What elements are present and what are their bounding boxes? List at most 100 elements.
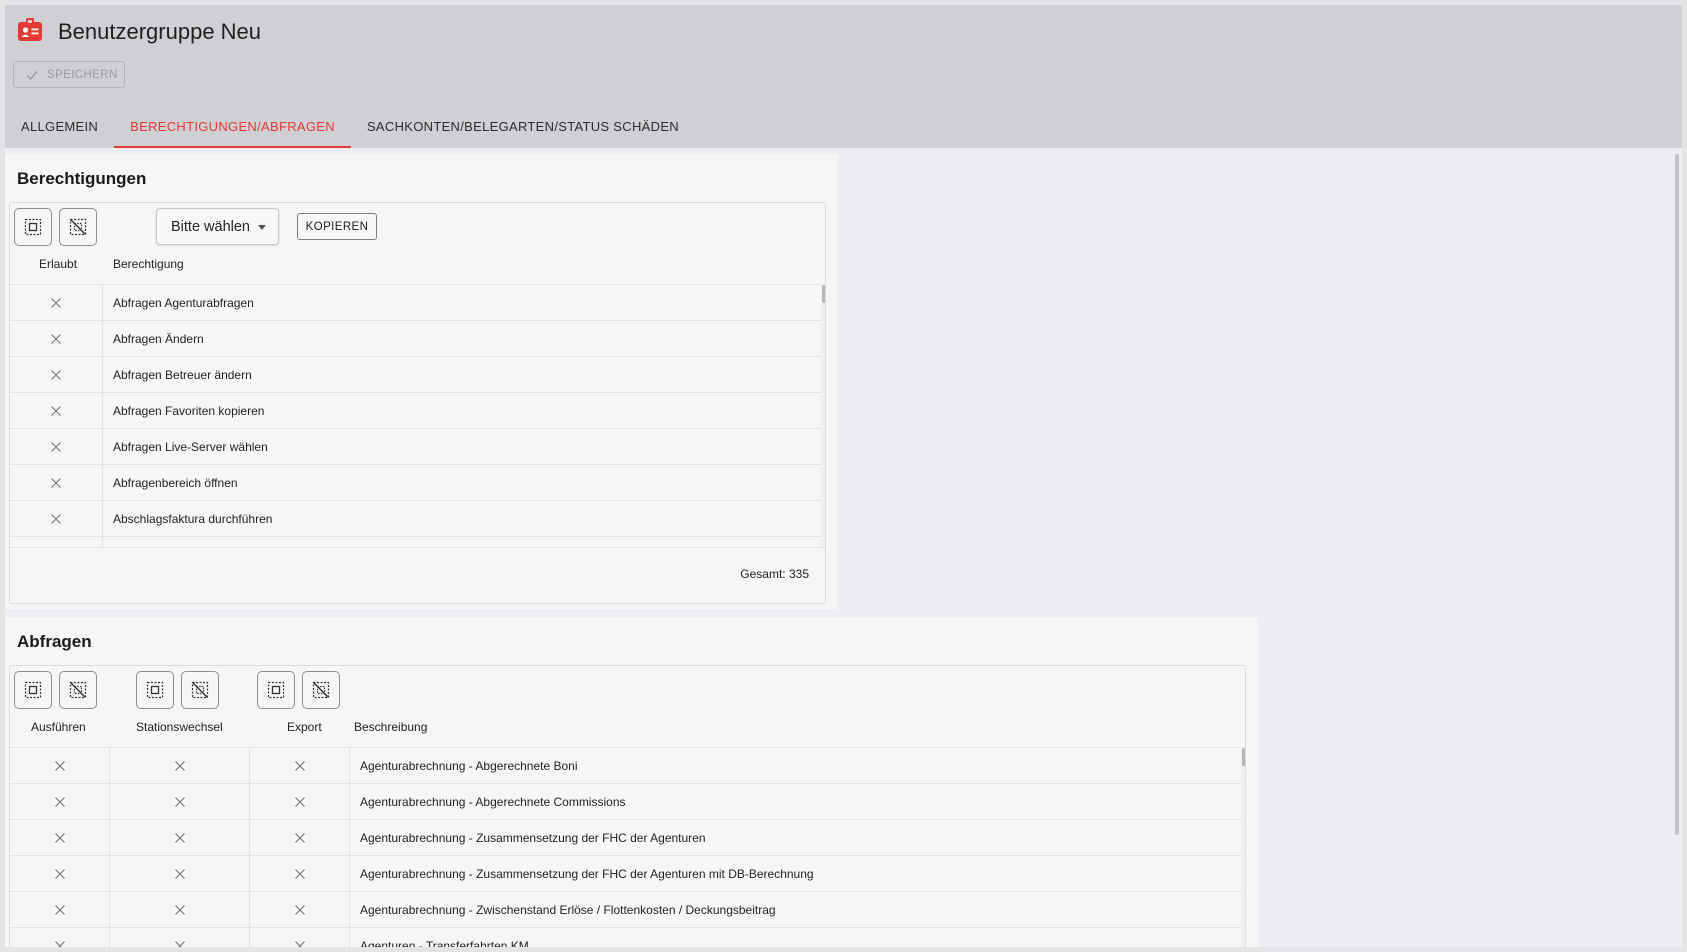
table-row[interactable]: Agenturabrechnung - Abgerechnete Boni — [10, 748, 1241, 784]
table-row[interactable]: Abfragen Betreuer ändern — [10, 357, 821, 393]
export-toggle[interactable] — [250, 784, 350, 820]
allowed-toggle[interactable] — [10, 429, 103, 465]
execute-toggle[interactable] — [10, 892, 110, 928]
group-select[interactable]: Bitte wählen — [156, 208, 279, 245]
page-scrollbar[interactable] — [1675, 154, 1679, 835]
station-change-toggle[interactable] — [110, 748, 250, 784]
id-badge-icon — [18, 18, 42, 41]
export-toggle[interactable] — [250, 928, 350, 947]
select-all-icon — [24, 218, 42, 236]
allowed-toggle[interactable] — [10, 285, 103, 321]
scrollbar-thumb[interactable] — [1242, 748, 1245, 766]
cross-icon — [54, 797, 65, 807]
table-row[interactable]: Abfragen Live-Server wählen — [10, 429, 821, 465]
export-toggle[interactable] — [250, 856, 350, 892]
column-header-berechtigung[interactable]: Berechtigung — [113, 257, 184, 271]
table-row[interactable]: Abfragen Favoriten kopieren — [10, 393, 821, 429]
cross-icon — [294, 941, 305, 947]
export-toggle[interactable] — [250, 892, 350, 928]
cross-icon — [51, 298, 61, 308]
scrollbar-thumb[interactable] — [822, 285, 825, 303]
execute-select-all-button[interactable] — [14, 671, 52, 709]
cross-icon — [54, 833, 65, 843]
export-select-all-button[interactable] — [257, 671, 295, 709]
station-change-toggle[interactable] — [110, 928, 250, 947]
tab-berechtigungen-abfragen[interactable]: BERECHTIGUNGEN/ABFRAGEN — [114, 103, 351, 148]
cross-icon — [51, 478, 61, 488]
query-description: Agenturabrechnung - Zwischenstand Erlöse… — [360, 903, 776, 917]
execute-toggle[interactable] — [10, 748, 110, 784]
deselect-all-icon — [69, 218, 87, 236]
cross-icon — [54, 761, 65, 771]
cross-icon — [54, 869, 65, 879]
station-change-toggle[interactable] — [110, 856, 250, 892]
cross-icon — [294, 797, 305, 807]
cross-icon — [54, 905, 65, 915]
station-select-all-button[interactable] — [136, 671, 174, 709]
cross-icon — [174, 761, 185, 771]
permissions-footer: Gesamt: 335 — [10, 547, 825, 603]
execute-toggle[interactable] — [10, 820, 110, 856]
execute-toggle[interactable] — [10, 784, 110, 820]
allowed-toggle[interactable] — [10, 537, 103, 547]
group-select-value: Bitte wählen — [171, 218, 250, 235]
column-header-erlaubt[interactable]: Erlaubt — [39, 257, 77, 271]
cross-icon — [294, 869, 305, 879]
save-button[interactable]: SPEICHERN — [13, 61, 125, 88]
column-header-beschreibung[interactable]: Beschreibung — [354, 720, 427, 734]
cross-icon — [51, 406, 61, 416]
cross-icon — [174, 833, 185, 843]
allowed-toggle[interactable] — [10, 465, 103, 501]
tab-sachkonten-belegarten-status[interactable]: SACHKONTEN/BELEGARTEN/STATUS SCHÄDEN — [351, 103, 695, 148]
table-row[interactable]: Abfragenbereich öffnen — [10, 465, 821, 501]
queries-scrollbar[interactable] — [1241, 747, 1245, 947]
execute-deselect-all-button[interactable] — [59, 671, 97, 709]
export-toggle[interactable] — [250, 748, 350, 784]
table-row[interactable]: Abfragen Agenturabfragen — [10, 285, 821, 321]
export-toggle[interactable] — [250, 820, 350, 856]
permission-name: Abfragen Betreuer ändern — [113, 368, 252, 382]
cross-icon — [174, 941, 185, 947]
tab-allgemein[interactable]: ALLGEMEIN — [5, 103, 114, 148]
station-change-toggle[interactable] — [110, 820, 250, 856]
permissions-grid: Bitte wählen KOPIEREN Erlaubt Berechtigu… — [9, 202, 826, 604]
station-change-toggle[interactable] — [110, 892, 250, 928]
station-deselect-all-button[interactable] — [181, 671, 219, 709]
execute-toggle[interactable] — [10, 856, 110, 892]
table-row[interactable]: Agenturabrechnung - Zwischenstand Erlöse… — [10, 892, 1241, 928]
save-button-label: SPEICHERN — [47, 68, 118, 81]
table-row-partial[interactable] — [10, 537, 821, 547]
table-row[interactable]: Agenturabrechnung - Zusammensetzung der … — [10, 856, 1241, 892]
permissions-title: Berechtigungen — [17, 169, 147, 188]
execute-toggle[interactable] — [10, 928, 110, 947]
permission-name: Abschlagsfaktura durchführen — [113, 512, 273, 526]
deselect-all-icon — [69, 681, 87, 699]
cross-icon — [174, 797, 185, 807]
table-row[interactable]: Agenturen - Transferfahrten KM — [10, 928, 1241, 947]
query-description: Agenturabrechnung - Zusammensetzung der … — [360, 867, 814, 881]
check-icon — [26, 70, 38, 80]
table-row[interactable]: Abschlagsfaktura durchführen — [10, 501, 821, 537]
allowed-toggle[interactable] — [10, 321, 103, 357]
permissions-scrollbar[interactable] — [821, 284, 825, 547]
column-header-stationswechsel[interactable]: Stationswechsel — [136, 720, 223, 734]
select-all-icon — [146, 681, 164, 699]
station-change-toggle[interactable] — [110, 784, 250, 820]
export-deselect-all-button[interactable] — [302, 671, 340, 709]
cross-icon — [51, 442, 61, 452]
allowed-toggle[interactable] — [10, 357, 103, 393]
cross-icon — [294, 905, 305, 915]
column-header-ausfuehren[interactable]: Ausführen — [31, 720, 86, 734]
cross-icon — [294, 761, 305, 771]
select-all-button[interactable] — [14, 208, 52, 246]
table-row[interactable]: Agenturabrechnung - Abgerechnete Commiss… — [10, 784, 1241, 820]
table-row[interactable]: Agenturabrechnung - Zusammensetzung der … — [10, 820, 1241, 856]
allowed-toggle[interactable] — [10, 393, 103, 429]
copy-button[interactable]: KOPIEREN — [297, 213, 377, 240]
queries-title: Abfragen — [17, 632, 92, 651]
allowed-toggle[interactable] — [10, 501, 103, 537]
table-row[interactable]: Abfragen Ändern — [10, 321, 821, 357]
column-header-export[interactable]: Export — [287, 720, 322, 734]
query-description: Agenturabrechnung - Abgerechnete Boni — [360, 759, 578, 773]
deselect-all-button[interactable] — [59, 208, 97, 246]
